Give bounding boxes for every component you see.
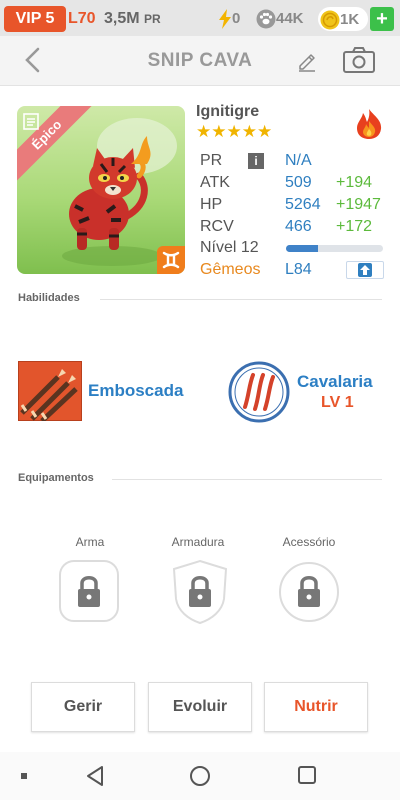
player-level: L70 bbox=[68, 10, 96, 27]
stat-value: 509 bbox=[285, 174, 312, 191]
stat-label: RCV bbox=[200, 218, 234, 235]
divider bbox=[100, 299, 382, 300]
add-currency-button[interactable]: + bbox=[370, 7, 394, 31]
back-triangle-icon[interactable] bbox=[84, 764, 106, 788]
evolve-button[interactable]: Evoluir bbox=[148, 682, 252, 732]
stat-label: ATK bbox=[200, 174, 230, 191]
gemini-icon bbox=[162, 251, 180, 269]
stat-value: N/A bbox=[285, 152, 312, 169]
equip-label-armor: Armadura bbox=[171, 535, 225, 549]
stat-row-pr: PR i N/A bbox=[200, 150, 390, 172]
monster-portrait[interactable]: Épico bbox=[17, 106, 185, 274]
camera-icon[interactable] bbox=[342, 46, 376, 74]
monster-name: Ignitigre bbox=[196, 103, 260, 120]
level-progress-fill bbox=[286, 245, 318, 252]
paw-icon bbox=[256, 9, 276, 29]
page-title: SNIP CAVA bbox=[147, 50, 253, 71]
monster-stars: ★★★★★ bbox=[196, 122, 273, 141]
stat-row-level: Nível 12 bbox=[200, 237, 390, 259]
lightning-icon bbox=[219, 9, 231, 30]
coin-icon bbox=[320, 10, 340, 30]
stat-row-sign: Gêmeos L84 bbox=[200, 259, 390, 281]
header: SNIP CAVA bbox=[0, 36, 400, 86]
skill-name[interactable]: Emboscada bbox=[88, 381, 183, 401]
feed-button[interactable]: Nutrir bbox=[264, 682, 368, 732]
stat-row-atk: ATK 509 +194 bbox=[200, 172, 390, 194]
energy-value: 0 bbox=[232, 10, 241, 27]
coin-value: 1K bbox=[340, 11, 360, 28]
zodiac-level: L84 bbox=[285, 261, 312, 278]
paw-counter[interactable]: 44K bbox=[256, 6, 304, 32]
stat-bonus: +1947 bbox=[336, 196, 381, 213]
menu-dot-icon[interactable] bbox=[20, 772, 28, 780]
divider bbox=[112, 479, 382, 480]
recents-square-icon[interactable] bbox=[296, 764, 318, 786]
skill-level: LV 1 bbox=[321, 394, 354, 411]
section-title-skills: Habilidades bbox=[18, 292, 80, 304]
cavalry-skill-icon[interactable] bbox=[227, 361, 291, 423]
stat-value: 5264 bbox=[285, 196, 321, 213]
equip-label-weapon: Arma bbox=[75, 535, 105, 549]
manage-button[interactable]: Gerir bbox=[31, 682, 135, 732]
arrow-up-icon bbox=[358, 263, 372, 277]
skill-name[interactable]: Cavalaria bbox=[297, 372, 373, 392]
home-circle-icon[interactable] bbox=[188, 764, 212, 788]
accessory-slot-lock-icon[interactable] bbox=[277, 559, 341, 625]
stat-value: 466 bbox=[285, 218, 312, 235]
section-title-equipment: Equipamentos bbox=[18, 472, 94, 484]
coin-counter[interactable]: 1K bbox=[318, 7, 368, 31]
pr-amount: 3,5M PR bbox=[104, 6, 161, 32]
stat-label: PR bbox=[200, 152, 223, 169]
pr-amount-value: 3,5M bbox=[104, 10, 140, 27]
level-label: Nível 12 bbox=[200, 239, 259, 256]
stat-row-rcv: RCV 466 +172 bbox=[200, 216, 390, 238]
energy-counter[interactable]: 0 bbox=[218, 6, 240, 32]
weapon-slot-lock-icon[interactable] bbox=[58, 559, 122, 625]
info-icon[interactable]: i bbox=[248, 153, 264, 169]
armor-slot-lock-icon[interactable] bbox=[168, 559, 232, 625]
pr-amount-unit: PR bbox=[144, 12, 161, 26]
upgrade-button[interactable] bbox=[346, 261, 384, 279]
stat-label: HP bbox=[200, 196, 223, 213]
note-icon[interactable] bbox=[23, 112, 39, 130]
paw-value: 44K bbox=[276, 10, 304, 27]
level-progress-bar bbox=[286, 245, 383, 252]
stat-row-hp: HP 5264 +1947 bbox=[200, 194, 390, 216]
fire-icon bbox=[357, 109, 382, 139]
ambush-skill-icon[interactable] bbox=[18, 361, 82, 421]
stat-bonus: +194 bbox=[336, 174, 373, 191]
system-nav-bar bbox=[0, 752, 400, 800]
zodiac-badge[interactable] bbox=[157, 246, 185, 274]
equip-label-accessory: Acessório bbox=[282, 535, 336, 549]
pencil-icon[interactable] bbox=[296, 50, 318, 72]
zodiac-label[interactable]: Gêmeos bbox=[200, 259, 260, 281]
top-status-bar: VIP 5 L70 3,5M PR 0 44K 1K + bbox=[0, 0, 400, 36]
vip-badge[interactable]: VIP 5 bbox=[4, 6, 66, 32]
stat-bonus: +172 bbox=[336, 218, 373, 235]
